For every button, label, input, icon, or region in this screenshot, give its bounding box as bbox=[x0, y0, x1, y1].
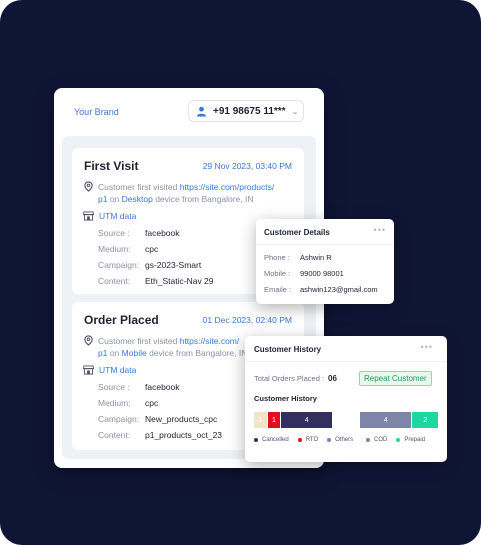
utm-row: Medium: cpc bbox=[98, 244, 158, 254]
legend-dot bbox=[297, 438, 302, 442]
details-value: ashwin123@gmail.com bbox=[300, 285, 378, 294]
utm-row: Content: p1_products_oct_23 bbox=[98, 430, 222, 440]
legend-label: Prepaid bbox=[404, 437, 426, 443]
details-key: Emaile : bbox=[264, 285, 292, 294]
details-key: Mobile : bbox=[264, 269, 291, 278]
store-icon bbox=[83, 211, 94, 221]
utm-row: Medium: cpc bbox=[98, 398, 158, 408]
brand-label: Your Brand bbox=[74, 107, 119, 117]
utm-row: Source : facebook bbox=[98, 228, 180, 238]
total-orders: Total Orders Placed :06 bbox=[254, 374, 337, 383]
status-segment-rto: 1 bbox=[267, 412, 281, 428]
utm-value: gs-2023-Smart bbox=[145, 260, 202, 270]
visit-date: 29 Nov 2023, 03:40 PM bbox=[202, 161, 292, 171]
status-segment-cancelled: 1 bbox=[254, 412, 267, 428]
location-prefix: Customer first visited bbox=[98, 182, 180, 192]
visit-url-link[interactable]: https://site.com/products/ bbox=[180, 182, 274, 192]
phone-selector[interactable]: +91 98675 11*** ⌄ bbox=[188, 100, 304, 122]
utm-row: Campaign: gs-2023-Smart bbox=[98, 260, 201, 270]
divider bbox=[256, 244, 394, 245]
utm-row: Source : facebook bbox=[98, 382, 180, 392]
more-options-icon[interactable]: ••• bbox=[421, 342, 433, 352]
visit-url-link[interactable]: https://site.com/ bbox=[180, 336, 240, 346]
utm-key: Source : bbox=[98, 382, 130, 392]
utm-value: cpc bbox=[145, 244, 159, 254]
details-key: Phone : bbox=[264, 253, 290, 262]
chevron-down-icon: ⌄ bbox=[291, 106, 299, 116]
device-link[interactable]: Desktop bbox=[122, 194, 153, 204]
utm-key: Medium: bbox=[98, 244, 131, 254]
divider bbox=[245, 361, 447, 362]
payment-segment-prepaid: 2 bbox=[412, 412, 438, 428]
utm-key: Content: bbox=[98, 276, 131, 286]
history-title: Customer History bbox=[254, 345, 322, 354]
utm-title: UTM data bbox=[99, 211, 137, 221]
store-icon bbox=[83, 365, 94, 375]
utm-data-header: UTM data bbox=[83, 211, 136, 221]
status-legend-item: Cancelled bbox=[254, 437, 289, 443]
payment-legend-item: Prepaid bbox=[396, 437, 425, 443]
details-row: Mobile : 99000 98001 bbox=[264, 269, 344, 278]
status-segment-others: 4 bbox=[281, 412, 332, 428]
details-value: Ashwin R bbox=[300, 253, 332, 262]
location-on: on bbox=[107, 194, 122, 204]
visit-location-text: Customer first visited https://site.com/… bbox=[98, 181, 298, 205]
location-pin-icon bbox=[84, 335, 93, 346]
payment-segment-cod: 4 bbox=[360, 412, 412, 428]
visit-title: Order Placed bbox=[84, 313, 159, 327]
utm-key: Medium: bbox=[98, 398, 131, 408]
details-value: 99000 98001 bbox=[300, 269, 344, 278]
location-suffix: device from Bangalore, IN bbox=[152, 194, 254, 204]
total-orders-label: Total Orders Placed : bbox=[254, 374, 325, 383]
location-suffix: device from Bangalore, IN bbox=[146, 348, 248, 358]
details-row: Phone : Ashwin R bbox=[264, 253, 332, 262]
repeat-customer-badge: Repeat Customer bbox=[359, 371, 432, 386]
status-legend-item: Others bbox=[327, 437, 353, 443]
status-legend: Cancelled RTO Others bbox=[254, 437, 362, 443]
status-legend-item: RTO bbox=[297, 437, 319, 443]
total-orders-value: 06 bbox=[328, 374, 337, 383]
legend-label: Cancelled bbox=[262, 437, 289, 443]
visit-title: First Visit bbox=[84, 159, 139, 173]
utm-row: Content: Eth_Static-Nav 29 bbox=[98, 276, 214, 286]
payment-legend-item: COD bbox=[366, 437, 387, 443]
more-options-icon[interactable]: ••• bbox=[374, 225, 386, 235]
utm-value: cpc bbox=[145, 398, 159, 408]
location-on: on bbox=[107, 348, 122, 358]
utm-key: Campaign: bbox=[98, 414, 140, 424]
utm-data-header: UTM data bbox=[83, 365, 136, 375]
legend-label: RTO bbox=[305, 437, 319, 443]
utm-value: facebook bbox=[145, 382, 180, 392]
utm-title: UTM data bbox=[99, 365, 137, 375]
details-row: Emaile : ashwin123@gmail.com bbox=[264, 285, 378, 294]
legend-dot bbox=[366, 438, 370, 442]
location-pin-icon bbox=[84, 181, 93, 192]
utm-value: New_products_cpc bbox=[145, 414, 218, 424]
legend-label: Others bbox=[335, 437, 354, 443]
customer-details-card: Customer Details ••• Phone : Ashwin R Mob… bbox=[256, 219, 394, 304]
utm-key: Content: bbox=[98, 430, 131, 440]
legend-dot bbox=[254, 438, 258, 442]
legend-dot bbox=[396, 438, 401, 442]
utm-row: Campaign: New_products_cpc bbox=[98, 414, 217, 424]
details-title: Customer Details bbox=[264, 228, 330, 237]
utm-value: p1_products_oct_23 bbox=[145, 430, 223, 440]
payment-legend: COD Prepaid bbox=[366, 437, 434, 443]
utm-key: Campaign: bbox=[98, 260, 140, 270]
legend-dot bbox=[327, 438, 332, 442]
utm-value: Eth_Static-Nav 29 bbox=[145, 276, 214, 286]
utm-key: Source : bbox=[98, 228, 130, 238]
legend-label: COD bbox=[374, 437, 388, 443]
person-icon bbox=[196, 106, 207, 117]
customer-history-card: Customer History ••• Total Orders Placed… bbox=[245, 336, 447, 462]
phone-number: +91 98675 11*** bbox=[213, 105, 286, 117]
visit-date: 01 Dec 2023, 02:40 PM bbox=[202, 315, 292, 325]
history-subtitle: Customer History bbox=[254, 394, 317, 403]
utm-value: facebook bbox=[145, 228, 180, 238]
device-link[interactable]: Mobile bbox=[122, 348, 147, 358]
location-prefix: Customer first visited bbox=[98, 336, 180, 346]
